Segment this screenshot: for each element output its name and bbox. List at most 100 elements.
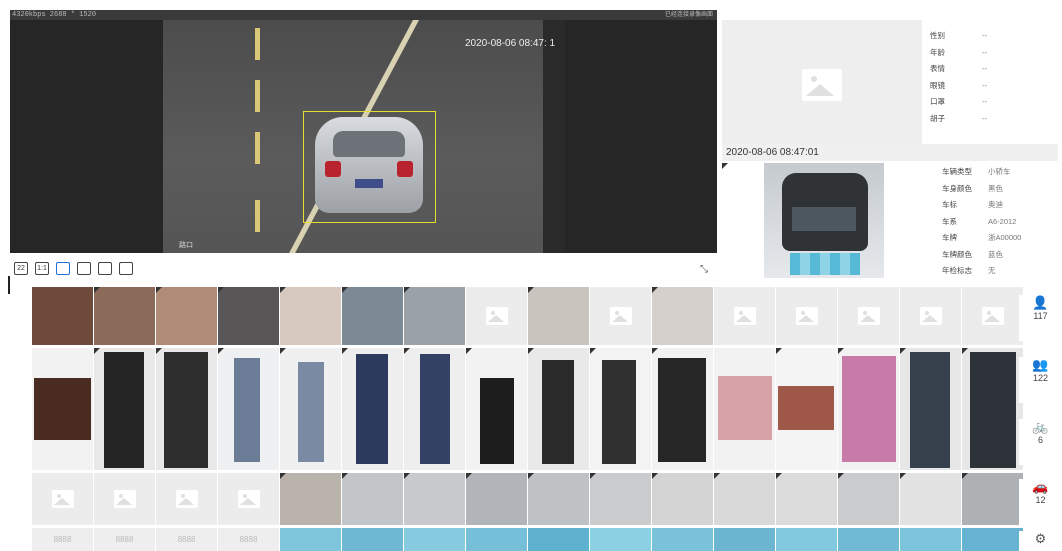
lane-mark: [255, 132, 260, 164]
face-capture[interactable]: [962, 287, 1023, 345]
vehicle-capture[interactable]: [156, 473, 217, 525]
vehicle-capture[interactable]: [838, 473, 899, 525]
face-capture[interactable]: [280, 287, 341, 345]
body-capture[interactable]: [652, 348, 713, 470]
image-placeholder-icon: [802, 69, 842, 101]
body-capture[interactable]: [280, 348, 341, 470]
ratio-button[interactable]: 1:1: [35, 262, 49, 275]
original-size-button[interactable]: 22: [14, 262, 28, 275]
video-watermark: 路口: [179, 242, 193, 249]
vehicle-capture[interactable]: [962, 473, 1023, 525]
plate-placeholder[interactable]: 8888: [218, 528, 279, 551]
bicycle-icon: 🚲: [1032, 419, 1049, 434]
stream-status: 已经连接录像画面: [664, 12, 713, 18]
lane-mark: [255, 80, 260, 112]
body-capture[interactable]: [404, 348, 465, 470]
body-capture[interactable]: [342, 348, 403, 470]
vehicle-capture[interactable]: [218, 473, 279, 525]
attr-label: 车辆类型: [942, 167, 972, 176]
face-capture[interactable]: [156, 287, 217, 345]
category-nonmotor[interactable]: 🚲 6: [1019, 419, 1062, 465]
plate-placeholder[interactable]: 8888: [156, 528, 217, 551]
layout-single-button[interactable]: [56, 262, 70, 275]
face-capture[interactable]: [528, 287, 589, 345]
detection-box[interactable]: [303, 111, 436, 223]
nonmotor-capture[interactable]: [962, 348, 1023, 470]
plate-placeholder[interactable]: 8888: [32, 528, 93, 551]
face-capture[interactable]: [94, 287, 155, 345]
plate-capture[interactable]: [652, 528, 713, 551]
body-capture[interactable]: [466, 348, 527, 470]
attr-label: 车标: [942, 200, 957, 209]
text-cursor: [8, 276, 10, 294]
expand-icon[interactable]: ⤡: [700, 264, 708, 275]
attr-label: 胡子: [930, 113, 945, 123]
layout-vertical-button[interactable]: [119, 262, 133, 275]
video-info-bar: [10, 10, 717, 20]
body-capture[interactable]: [218, 348, 279, 470]
layout-pip-button[interactable]: [77, 262, 91, 275]
face-capture[interactable]: [32, 287, 93, 345]
face-capture[interactable]: [714, 287, 775, 345]
vehicle-capture[interactable]: [280, 473, 341, 525]
vehicle-capture[interactable]: [342, 473, 403, 525]
plate-capture[interactable]: [342, 528, 403, 551]
vehicle-thumbnail[interactable]: [764, 163, 884, 278]
vehicle-capture[interactable]: [714, 473, 775, 525]
video-view[interactable]: 4320kbps 2688 * 1520 已经连接录像画面 2020-08-06…: [10, 10, 717, 253]
nonmotor-capture[interactable]: [900, 348, 961, 470]
body-count: 122: [1032, 373, 1049, 383]
lane-mark: [255, 200, 260, 232]
category-face[interactable]: 👤 117: [1019, 295, 1062, 341]
vehicle-capture[interactable]: [466, 473, 527, 525]
plate-capture[interactable]: [280, 528, 341, 551]
vehicle-capture[interactable]: [32, 473, 93, 525]
face-capture[interactable]: [342, 287, 403, 345]
nonmotor-capture[interactable]: [776, 348, 837, 470]
vehicle-row: [32, 473, 1023, 525]
attr-value: 蓝色: [988, 249, 1003, 259]
settings-button[interactable]: ⚙: [1019, 531, 1062, 551]
face-attributes: 性别 -- 年龄 -- 表情 -- 眼镜 -- 口罩 -- 胡子 --: [930, 28, 1050, 127]
plate-capture[interactable]: [466, 528, 527, 551]
face-capture[interactable]: [900, 287, 961, 345]
vehicle-capture[interactable]: [900, 473, 961, 525]
plate-capture[interactable]: [838, 528, 899, 551]
vehicle-capture[interactable]: [528, 473, 589, 525]
body-capture[interactable]: [528, 348, 589, 470]
body-capture[interactable]: [156, 348, 217, 470]
body-capture[interactable]: [590, 348, 651, 470]
plate-capture[interactable]: [590, 528, 651, 551]
plate-capture[interactable]: [404, 528, 465, 551]
vehicle-capture[interactable]: [776, 473, 837, 525]
category-vehicle[interactable]: 🚗 12: [1019, 479, 1062, 525]
vehicle-capture[interactable]: [94, 473, 155, 525]
layout-horizontal-button[interactable]: [98, 262, 112, 275]
plate-capture[interactable]: [714, 528, 775, 551]
category-body[interactable]: 👥 122: [1019, 357, 1062, 403]
attr-label: 口罩: [930, 97, 945, 106]
face-capture[interactable]: [776, 287, 837, 345]
attr-value: 小轿车: [988, 167, 1011, 176]
plate-capture[interactable]: [900, 528, 961, 551]
attr-value: --: [982, 64, 987, 73]
attr-value: --: [982, 47, 987, 57]
plate-capture[interactable]: [528, 528, 589, 551]
face-capture[interactable]: [404, 287, 465, 345]
vehicle-capture[interactable]: [404, 473, 465, 525]
face-capture[interactable]: [466, 287, 527, 345]
face-capture[interactable]: [838, 287, 899, 345]
vehicle-capture[interactable]: [590, 473, 651, 525]
face-capture[interactable]: [590, 287, 651, 345]
stream-resolution: 4320kbps 2688 * 1520: [12, 11, 97, 19]
plate-capture[interactable]: [962, 528, 1023, 551]
nonmotor-capture[interactable]: [714, 348, 775, 470]
nonmotor-capture[interactable]: [838, 348, 899, 470]
plate-placeholder[interactable]: 8888: [94, 528, 155, 551]
plate-capture[interactable]: [776, 528, 837, 551]
face-capture[interactable]: [218, 287, 279, 345]
body-capture[interactable]: [94, 348, 155, 470]
body-capture[interactable]: [32, 348, 93, 470]
vehicle-capture[interactable]: [652, 473, 713, 525]
face-capture[interactable]: [652, 287, 713, 345]
